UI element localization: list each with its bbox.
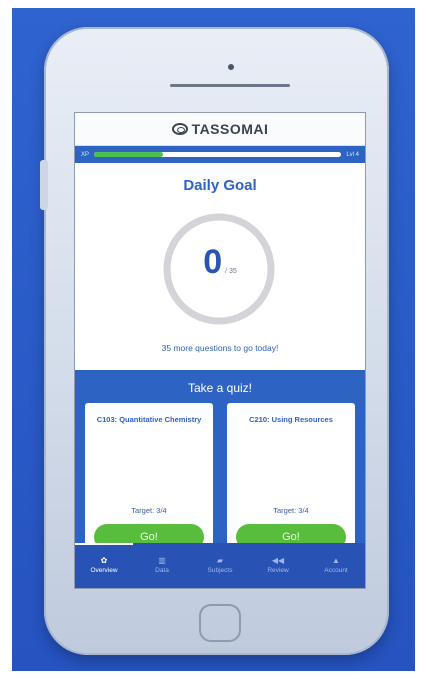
bottom-tab-bar: ✿ Overview ▥ Data ▰ Subjects ◀◀ Review ▲… bbox=[75, 543, 365, 588]
daily-goal-message: 35 more questions to go today! bbox=[161, 343, 279, 353]
tab-label: Account bbox=[324, 567, 348, 574]
quiz-card-title: C210: Using Resources bbox=[249, 415, 333, 424]
app-header: TASSOMAI bbox=[75, 113, 365, 146]
daily-goal-title: Daily Goal bbox=[183, 177, 257, 194]
quiz-card-title: C103: Quantitative Chemistry bbox=[96, 415, 202, 424]
phone-side-button bbox=[40, 160, 48, 210]
level-label: Lvl 4 bbox=[346, 151, 359, 158]
quiz-card-target: Target: 3/4 bbox=[273, 506, 309, 515]
daily-goal-value: 0 / 35 bbox=[75, 243, 365, 282]
app-logo: TASSOMAI bbox=[171, 121, 269, 137]
daily-goal-total: / 35 bbox=[225, 268, 237, 275]
chart-icon: ▥ bbox=[158, 556, 166, 565]
tab-overview[interactable]: ✿ Overview bbox=[75, 543, 133, 588]
quiz-card: C210: Using Resources Target: 3/4 Go! bbox=[227, 403, 355, 553]
tab-subjects[interactable]: ▰ Subjects bbox=[191, 543, 249, 588]
phone-speaker bbox=[170, 84, 290, 87]
tab-label: Subjects bbox=[207, 567, 233, 574]
phone-home-button bbox=[199, 604, 241, 642]
logo-text: TASSOMAI bbox=[191, 121, 269, 137]
xp-label: XP bbox=[81, 151, 90, 158]
book-icon: ▰ bbox=[216, 556, 224, 565]
logo-icon bbox=[171, 123, 188, 135]
xp-progress-track bbox=[94, 152, 342, 157]
tab-data[interactable]: ▥ Data bbox=[133, 543, 191, 588]
quiz-section: Take a quiz! C103: Quantitative Chemistr… bbox=[75, 370, 365, 560]
tab-account[interactable]: ▲ Account bbox=[307, 543, 365, 588]
xp-progress-fill bbox=[94, 152, 164, 157]
quiz-card: C103: Quantitative Chemistry Target: 3/4… bbox=[85, 403, 213, 553]
tab-label: Review bbox=[267, 567, 289, 574]
phone-screen: TASSOMAI XP Lvl 4 Daily Goal 0 / 35 35 m… bbox=[75, 113, 365, 588]
tab-review[interactable]: ◀◀ Review bbox=[249, 543, 307, 588]
quiz-card-target: Target: 3/4 bbox=[131, 506, 167, 515]
tab-label: Data bbox=[155, 567, 169, 574]
gear-icon: ✿ bbox=[100, 556, 108, 565]
daily-goal-panel: Daily Goal 0 / 35 35 more questions to g… bbox=[75, 163, 365, 370]
rewind-icon: ◀◀ bbox=[271, 556, 285, 565]
xp-bar: XP Lvl 4 bbox=[75, 146, 365, 163]
daily-goal-count: 0 bbox=[203, 243, 223, 281]
person-icon: ▲ bbox=[332, 556, 340, 565]
tab-label: Overview bbox=[90, 567, 118, 574]
phone-camera bbox=[228, 64, 234, 70]
quiz-section-title: Take a quiz! bbox=[187, 381, 253, 395]
